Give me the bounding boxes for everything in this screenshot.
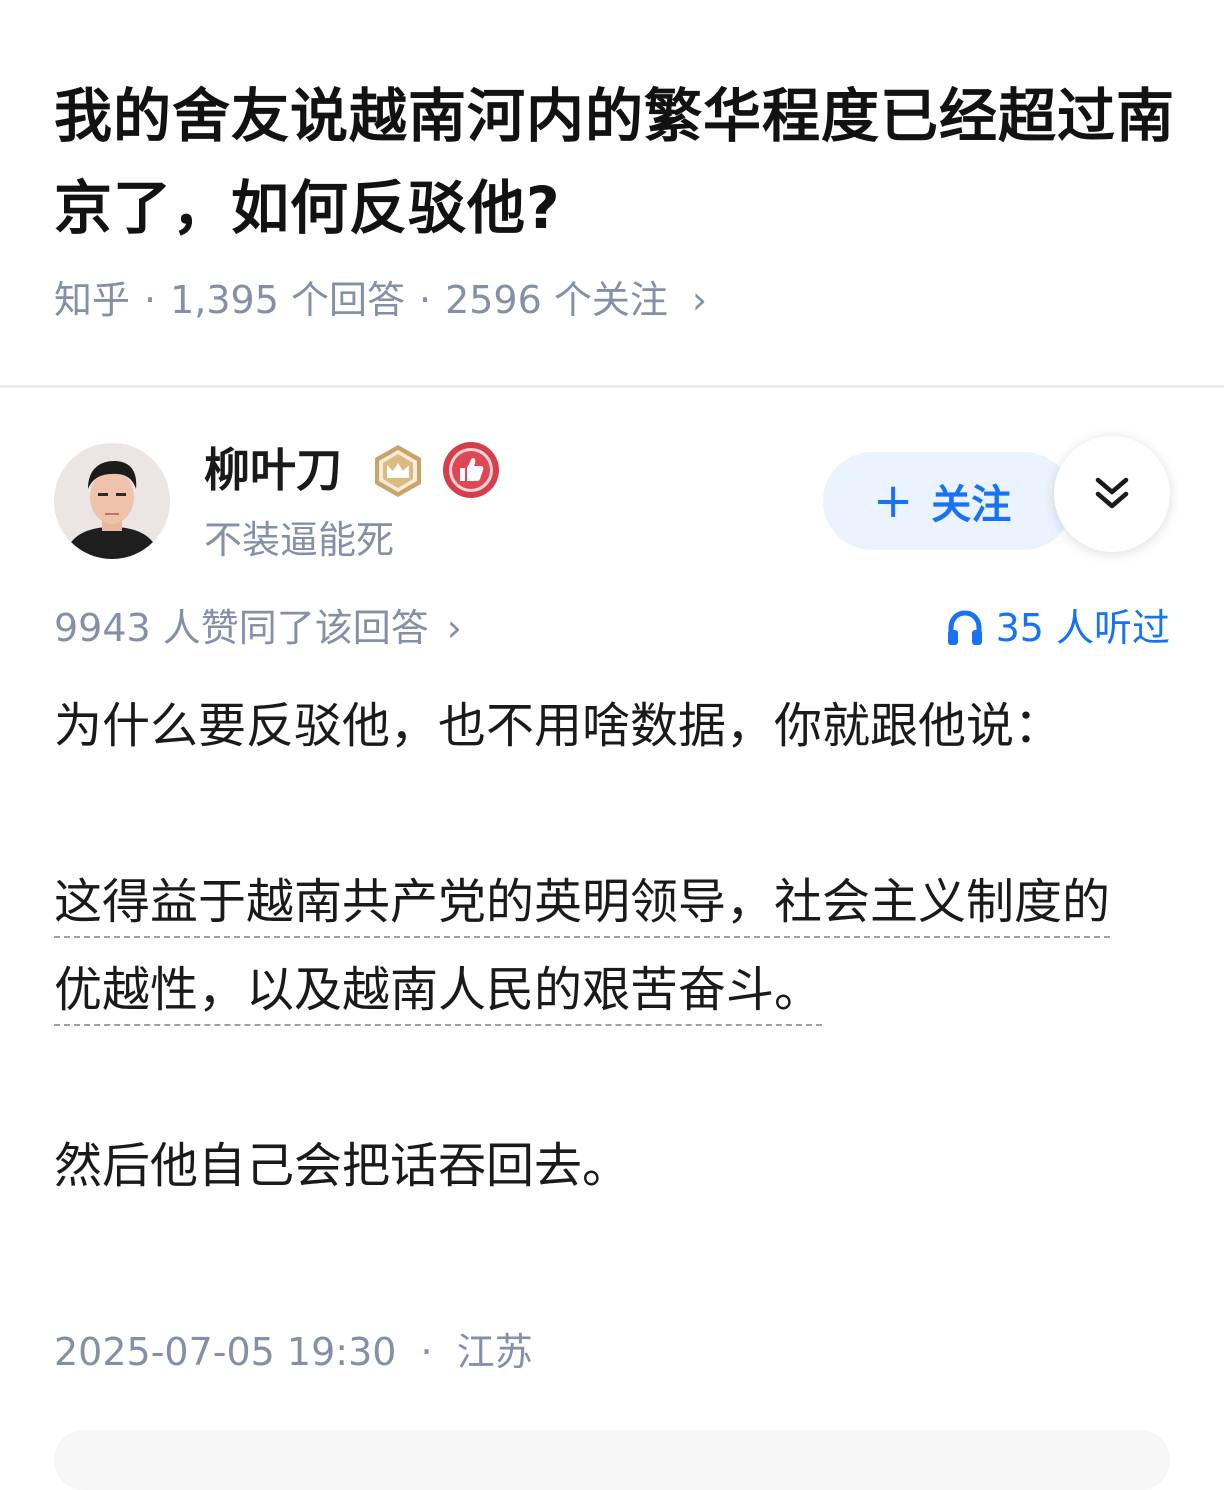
author-bio: 不装逼能死: [204, 518, 395, 562]
follow-label: 关注: [931, 482, 1012, 528]
follower-count: 2596 个关注: [445, 278, 668, 322]
listen-count: 35 人听过: [995, 606, 1170, 650]
question-meta[interactable]: 知乎 · 1,395 个回答 · 2596 个关注 ›: [54, 272, 707, 328]
chevron-right-icon: ›: [446, 606, 462, 650]
avatar[interactable]: [54, 443, 170, 559]
answer-paragraph: 然后他自己会把话吞回去。: [54, 1138, 631, 1194]
meta-separator: ·: [418, 278, 432, 322]
bottom-card: [54, 1430, 1170, 1490]
double-chevron-down-icon: [1095, 477, 1129, 509]
section-divider: [0, 385, 1224, 388]
chevron-right-icon: ›: [691, 278, 708, 322]
vote-count: 9943 人赞同了该回答: [54, 606, 429, 650]
timestamp-row: 2025-07-05 19:30 · 江苏: [54, 1324, 533, 1380]
author-name[interactable]: 柳叶刀: [204, 440, 342, 500]
headphones-icon: [947, 610, 982, 645]
answer-paragraph: 为什么要反驳他，也不用啥数据，你就跟他说：: [54, 698, 1063, 754]
expand-button[interactable]: [1054, 436, 1170, 552]
location: 江苏: [456, 1330, 533, 1374]
source-label: 知乎: [54, 278, 131, 322]
listen-row[interactable]: 35 人听过: [946, 600, 1170, 656]
answer-paragraph-highlight: 这得益于越南共产党的英明领导，社会主义制度的优越性，以及越南人民的艰苦奋斗。: [54, 858, 1144, 1034]
answer-count: 1,395 个回答: [170, 278, 405, 322]
crown-badge-icon[interactable]: [370, 443, 426, 499]
underlined-quote[interactable]: 这得益于越南共产党的英明领导，社会主义制度的优越性，以及越南人民的艰苦奋斗。: [54, 874, 1110, 1018]
follow-button[interactable]: + 关注: [823, 452, 1073, 550]
vote-count-row[interactable]: 9943 人赞同了该回答 ›: [54, 600, 462, 656]
answer-body: 为什么要反驳他，也不用啥数据，你就跟他说： 这得益于越南共产党的英明领导，社会主…: [54, 682, 1144, 1210]
timestamp: 2025-07-05 19:30: [54, 1330, 397, 1374]
plus-icon: +: [873, 473, 914, 529]
thumbs-up-badge-icon[interactable]: [442, 441, 500, 499]
meta-separator: ·: [420, 1330, 433, 1374]
question-title[interactable]: 我的舍友说越南河内的繁华程度已经超过南京了，如何反驳他?: [54, 70, 1184, 254]
meta-separator: ·: [144, 278, 157, 322]
